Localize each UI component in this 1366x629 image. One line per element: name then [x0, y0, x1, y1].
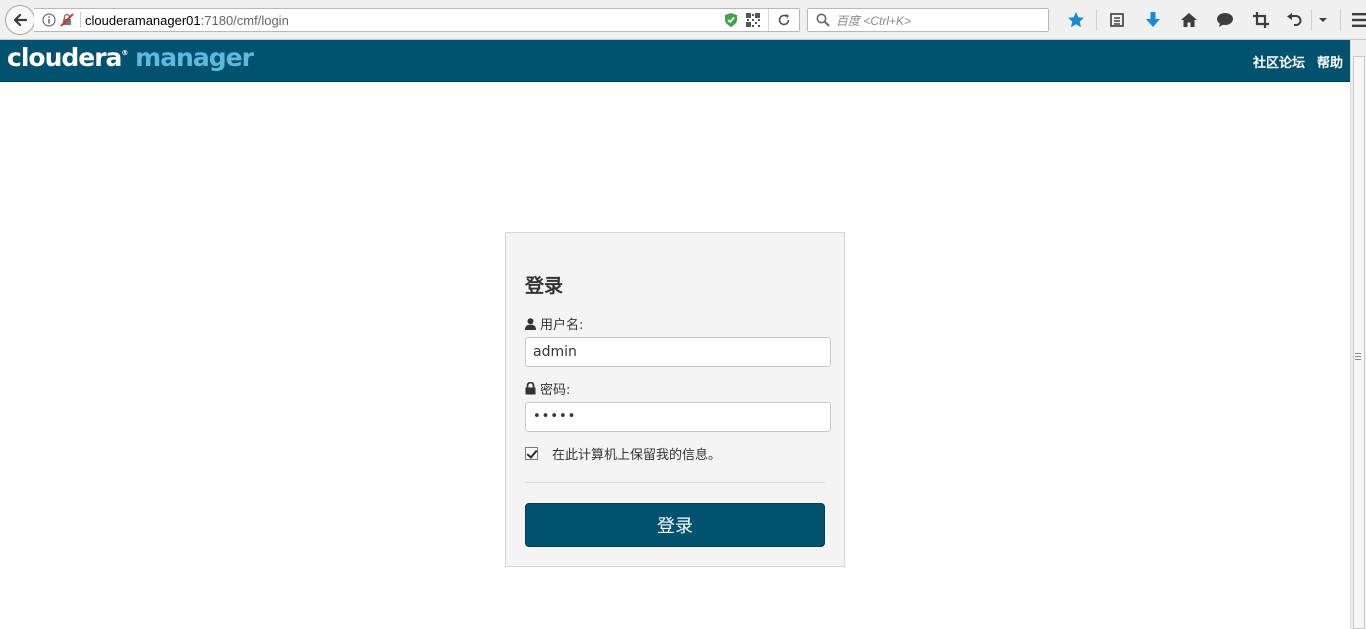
username-input[interactable]: admin [525, 337, 831, 367]
scrollbar-thumb[interactable] [1353, 56, 1365, 629]
community-forum-link[interactable]: 社区论坛 [1253, 52, 1305, 71]
scrollbar-grip-icon [1355, 353, 1361, 360]
bookmarks-list-icon[interactable] [1099, 8, 1135, 32]
remember-me[interactable]: 在此计算机上保留我的信息。 [525, 444, 721, 463]
login-title: 登录 [525, 275, 564, 297]
info-icon[interactable] [40, 10, 58, 30]
search-icon [814, 10, 832, 30]
back-button[interactable] [5, 5, 35, 35]
vertical-scrollbar[interactable] [1350, 40, 1366, 629]
login-button[interactable]: 登录 [525, 503, 825, 547]
url-separator [80, 12, 81, 28]
user-icon [525, 317, 536, 330]
login-panel: 登录 用户名: admin 密码: ••••• 在此计算机上保留我的信息。 登录 [505, 232, 845, 567]
insecure-connection-icon[interactable] [58, 10, 76, 30]
username-label-text: 用户名: [540, 318, 584, 333]
lock-icon [525, 382, 536, 395]
toolbar-separator [1096, 9, 1097, 31]
toolbar-separator [1340, 9, 1341, 31]
shield-check-icon[interactable] [720, 9, 742, 31]
search-bar[interactable]: 百度 <Ctrl+K> [807, 8, 1049, 32]
username-label: 用户名: [525, 314, 583, 333]
search-placeholder: 百度 <Ctrl+K> [836, 13, 912, 28]
url-bar[interactable]: clouderamanager01:7180/cmf/login [34, 8, 800, 32]
cloudera-manager-logo[interactable]: cloudera® manager [7, 43, 254, 72]
dropdown-arrow-icon[interactable] [1314, 8, 1332, 32]
menu-icon[interactable] [1343, 8, 1366, 32]
qr-code-icon[interactable] [742, 9, 764, 31]
header-links: 社区论坛 帮助 [1253, 52, 1343, 71]
toolbar-separator [1311, 9, 1312, 31]
remember-me-label: 在此计算机上保留我的信息。 [552, 448, 722, 463]
back-arrow-icon [13, 13, 28, 27]
password-label-text: 密码: [540, 383, 571, 398]
toolbar-icons [1058, 8, 1366, 32]
crop-icon[interactable] [1243, 8, 1279, 32]
chat-bubble-icon[interactable] [1207, 8, 1243, 32]
remember-me-checkbox[interactable] [525, 447, 538, 460]
app-header: cloudera® manager 社区论坛 帮助 [0, 40, 1350, 82]
browser-toolbar: clouderamanager01:7180/cmf/login 百度 <Ctr… [0, 0, 1366, 40]
form-divider [525, 482, 825, 483]
download-icon[interactable] [1135, 8, 1171, 32]
password-input[interactable]: ••••• [525, 402, 831, 432]
help-link[interactable]: 帮助 [1317, 52, 1343, 71]
home-icon[interactable] [1171, 8, 1207, 32]
undo-icon[interactable] [1279, 8, 1309, 32]
url-text[interactable]: clouderamanager01:7180/cmf/login [85, 13, 289, 28]
reload-icon[interactable] [773, 9, 795, 31]
url-right-separator [768, 9, 769, 31]
bookmark-star-icon[interactable] [1058, 8, 1094, 32]
password-label: 密码: [525, 379, 570, 398]
